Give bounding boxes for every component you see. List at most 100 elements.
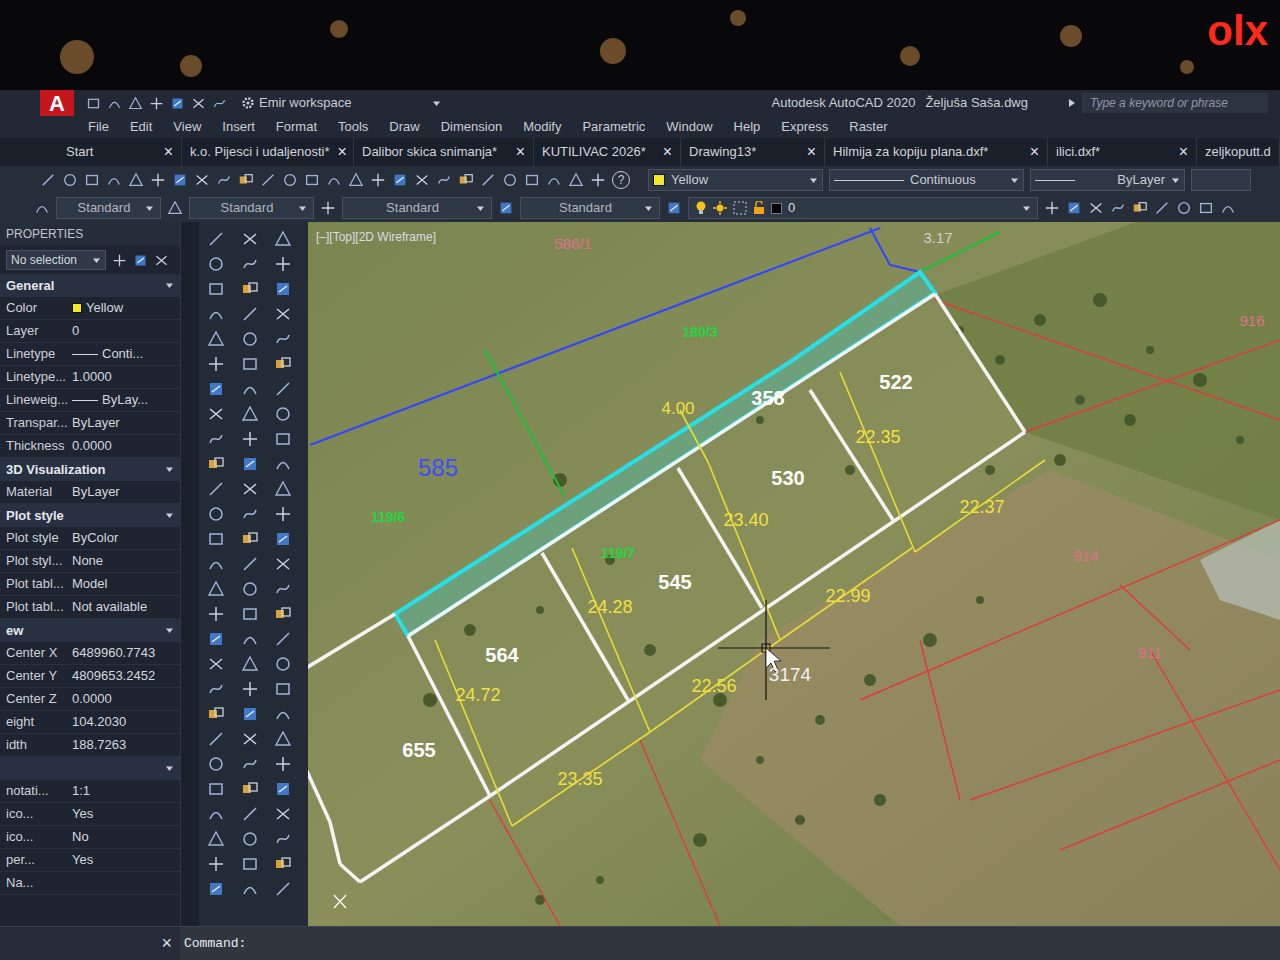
tab-label[interactable]: zeljkoputt.d <box>1205 142 1271 162</box>
style-icon[interactable] <box>167 200 183 216</box>
style-value[interactable]: Standard <box>196 198 298 218</box>
toolbar-icon[interactable] <box>458 172 474 188</box>
menu-item[interactable]: File <box>88 117 109 137</box>
property-value-text[interactable]: 4809653.2452 <box>72 666 155 686</box>
multileader-style-dropdown[interactable]: Standard <box>520 197 660 219</box>
toolbar-icon[interactable] <box>590 172 606 188</box>
properties-section-header[interactable]: 3D Visualization <box>0 458 180 481</box>
file-tab[interactable]: Hilmija za kopiju plana.dxf*× <box>825 138 1048 166</box>
tool-icon[interactable] <box>241 480 259 498</box>
parcel-label[interactable]: 22.99 <box>825 587 870 605</box>
parcel-label[interactable]: 23.40 <box>723 511 768 529</box>
property-row[interactable]: Center Z0.0000 <box>0 688 180 711</box>
property-value[interactable]: 1:1 <box>72 781 180 801</box>
style-value[interactable]: Standard <box>527 198 644 218</box>
file-tab[interactable]: ilici.dxf*× <box>1048 138 1197 166</box>
property-value[interactable]: Yes <box>72 850 180 870</box>
tool-icon[interactable] <box>207 330 225 348</box>
property-value-text[interactable]: 188.7263 <box>72 735 126 755</box>
tool-icon[interactable] <box>274 780 292 798</box>
style-icon[interactable] <box>498 200 514 216</box>
tool-icon[interactable] <box>207 480 225 498</box>
property-value[interactable]: Conti... <box>72 344 180 364</box>
tool-icon[interactable] <box>207 755 225 773</box>
toolbar-icon[interactable] <box>150 172 166 188</box>
property-value[interactable]: ByLayer <box>72 413 180 433</box>
parcel-label[interactable]: 22.56 <box>691 677 736 695</box>
dropdown-arrow-icon[interactable] <box>298 204 307 213</box>
layer-name[interactable]: 0 <box>788 198 1016 218</box>
tab-close-button[interactable]: × <box>516 140 525 164</box>
parcel-label[interactable]: 358 <box>751 388 784 408</box>
tool-icon[interactable] <box>274 805 292 823</box>
viewport-controls[interactable]: [–][Top][2D Wireframe] <box>316 228 436 246</box>
palette-handle[interactable] <box>181 222 199 926</box>
tool-icon[interactable] <box>207 730 225 748</box>
tool-icon[interactable] <box>274 880 292 898</box>
dropdown-arrow-icon[interactable] <box>1171 176 1180 185</box>
tool-icon[interactable] <box>274 455 292 473</box>
menu-item[interactable]: Tools <box>338 117 368 137</box>
command-close-button[interactable]: × <box>161 930 172 957</box>
file-tab[interactable]: k.o. Pijesci i udaljenosti*× <box>182 138 354 166</box>
tool-icon[interactable] <box>241 630 259 648</box>
selection-tool-icon[interactable] <box>133 253 148 268</box>
tool-icon[interactable] <box>274 705 292 723</box>
tool-icon[interactable] <box>207 830 225 848</box>
color-value[interactable]: Yellow <box>671 170 803 190</box>
tab-label[interactable]: Drawing13* <box>689 142 756 162</box>
color-dropdown[interactable]: Yellow <box>648 169 823 191</box>
parcel-label[interactable]: 586/1 <box>554 236 592 251</box>
text-style-dropdown[interactable]: Standard <box>56 197 161 219</box>
selection-value[interactable]: No selection <box>11 251 92 269</box>
property-value[interactable]: 6489960.7743 <box>72 643 180 663</box>
toolbar-icon[interactable] <box>40 172 56 188</box>
tool-icon[interactable] <box>274 530 292 548</box>
tab-close-button[interactable]: × <box>164 140 173 164</box>
tool-icon[interactable] <box>241 605 259 623</box>
toolbar-icon[interactable] <box>370 172 386 188</box>
parcel-label[interactable]: 545 <box>658 572 691 592</box>
tool-icon[interactable] <box>241 405 259 423</box>
tool-icon[interactable] <box>207 880 225 898</box>
tab-label[interactable]: KUTILIVAC 2026* <box>542 142 646 162</box>
tool-icon[interactable] <box>207 255 225 273</box>
parcel-label[interactable]: 3.17 <box>923 230 952 245</box>
property-value-text[interactable]: 6489960.7743 <box>72 643 155 663</box>
property-value-text[interactable]: ByLay... <box>102 390 148 410</box>
property-row[interactable]: Transpar...ByLayer <box>0 412 180 435</box>
dropdown-arrow-icon[interactable] <box>92 256 101 265</box>
help-button[interactable]: ? <box>612 171 630 189</box>
toolbar-icon[interactable] <box>568 172 584 188</box>
property-value-text[interactable]: 0 <box>72 321 79 341</box>
property-value[interactable]: 0 <box>72 321 180 341</box>
tool-icon[interactable] <box>241 705 259 723</box>
property-value[interactable]: Model <box>72 574 180 594</box>
tool-icon[interactable] <box>274 230 292 248</box>
menu-item[interactable]: Window <box>666 117 712 137</box>
toolbar-icon[interactable] <box>502 172 518 188</box>
property-row[interactable]: notati...1:1 <box>0 780 180 803</box>
tool-icon[interactable] <box>207 505 225 523</box>
tool-icon[interactable] <box>241 880 259 898</box>
property-row[interactable]: ico...Yes <box>0 803 180 826</box>
parcel-label[interactable]: 24.28 <box>587 598 632 616</box>
menu-item[interactable]: Parametric <box>582 117 645 137</box>
tab-label[interactable]: Hilmija za kopiju plana.dxf* <box>833 142 988 162</box>
menu-item[interactable]: Help <box>734 117 761 137</box>
tool-icon[interactable] <box>207 430 225 448</box>
layer-lock-icon[interactable] <box>753 201 765 215</box>
dropdown-arrow-icon[interactable] <box>432 99 441 108</box>
workspace-name[interactable]: Emir workspace <box>259 93 351 113</box>
properties-section-header[interactable]: General <box>0 274 180 297</box>
layer-tool-icon[interactable] <box>1198 200 1214 216</box>
file-tab[interactable]: Dalibor skica snimanja* × <box>354 138 534 166</box>
tool-icon[interactable] <box>274 480 292 498</box>
menu-item[interactable]: View <box>173 117 201 137</box>
tool-icon[interactable] <box>241 330 259 348</box>
property-row[interactable]: Plot styl...None <box>0 550 180 573</box>
toolbar-icon[interactable] <box>194 172 210 188</box>
parcel-label[interactable]: 3174 <box>769 665 811 684</box>
tab-label[interactable]: Dalibor skica snimanja* <box>362 142 497 162</box>
tool-icon[interactable] <box>274 305 292 323</box>
